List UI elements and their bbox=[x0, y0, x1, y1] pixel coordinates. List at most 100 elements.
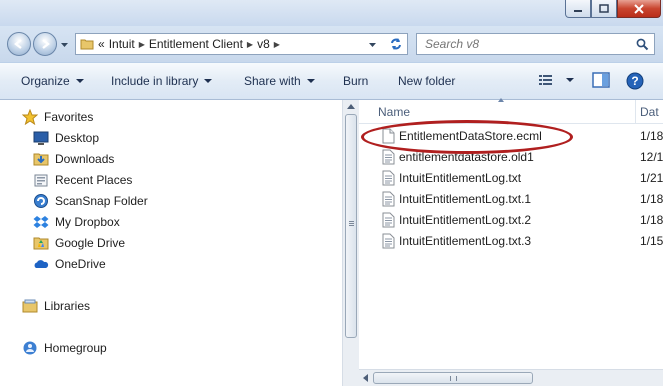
share-with-label: Share with bbox=[244, 74, 301, 88]
file-name: IntuitEntitlementLog.txt.3 bbox=[399, 234, 532, 248]
nav-item-downloads[interactable]: Downloads bbox=[33, 149, 114, 169]
chevron-down-icon bbox=[566, 78, 574, 82]
back-arrow-icon bbox=[14, 39, 22, 49]
include-in-library-label: Include in library bbox=[111, 74, 199, 88]
window-controls bbox=[565, 0, 661, 18]
column-divider[interactable] bbox=[635, 100, 636, 124]
date-column-header[interactable]: Dat bbox=[640, 105, 659, 119]
file-row[interactable]: IntuitEntitlementLog.txt.1 1/18 bbox=[359, 189, 663, 210]
nav-homegroup-label: Homegroup bbox=[44, 341, 107, 355]
forward-button[interactable] bbox=[33, 32, 57, 56]
organize-button[interactable]: Organize bbox=[21, 74, 84, 88]
nav-item-desktop[interactable]: Desktop bbox=[33, 128, 99, 148]
nav-item-label: My Dropbox bbox=[55, 215, 120, 229]
chevron-down-icon bbox=[306, 79, 315, 83]
text-file-icon bbox=[382, 191, 395, 207]
onedrive-cloud-icon bbox=[34, 260, 49, 268]
file-date: 1/18 bbox=[640, 192, 663, 206]
file-date: 1/21 bbox=[640, 171, 663, 185]
scroll-left-icon[interactable] bbox=[363, 374, 368, 382]
nav-favorites-label: Favorites bbox=[44, 110, 94, 124]
star-icon bbox=[22, 109, 38, 125]
close-button[interactable] bbox=[617, 0, 661, 18]
maximize-button[interactable] bbox=[591, 0, 617, 18]
file-name: IntuitEntitlementLog.txt.1 bbox=[399, 192, 532, 206]
file-date: 1/18 bbox=[640, 129, 663, 143]
maximize-icon bbox=[599, 4, 609, 13]
google-drive-folder-icon bbox=[33, 237, 49, 250]
nav-item-label: Downloads bbox=[55, 152, 115, 166]
chevron-down-icon bbox=[368, 42, 376, 47]
dropbox-icon bbox=[33, 216, 49, 228]
preview-pane-icon bbox=[592, 72, 610, 88]
back-button[interactable] bbox=[7, 32, 31, 56]
nav-item-recent-places[interactable]: Recent Places bbox=[33, 170, 132, 190]
text-file-icon bbox=[382, 233, 395, 249]
breadcrumb-v8[interactable]: v8 bbox=[257, 37, 270, 51]
command-bar: Organize Include in library Share with B… bbox=[0, 62, 663, 100]
chevron-down-icon bbox=[204, 79, 213, 83]
name-column-header[interactable]: Name bbox=[378, 105, 410, 119]
help-button[interactable]: ? bbox=[626, 72, 644, 90]
search-icon[interactable] bbox=[636, 38, 649, 51]
file-list-horizontal-scrollbar[interactable] bbox=[359, 369, 663, 386]
title-bar bbox=[0, 0, 663, 26]
file-date: 1/18 bbox=[640, 213, 663, 227]
text-file-icon bbox=[382, 149, 395, 165]
address-dropdown-button[interactable] bbox=[363, 34, 381, 54]
chevron-right-icon[interactable]: ▶ bbox=[274, 40, 280, 49]
text-file-icon bbox=[382, 170, 395, 186]
refresh-icon bbox=[390, 38, 401, 50]
help-icon: ? bbox=[626, 72, 644, 90]
svg-text:?: ? bbox=[631, 74, 638, 88]
file-date: 12/1 bbox=[640, 150, 663, 164]
sort-ascending-icon bbox=[498, 98, 504, 102]
preview-pane-button[interactable] bbox=[592, 72, 610, 88]
scrollbar-thumb[interactable] bbox=[345, 114, 357, 338]
burn-button[interactable]: Burn bbox=[343, 74, 368, 88]
nav-item-onedrive[interactable]: OneDrive bbox=[33, 254, 106, 274]
address-bar[interactable]: « Intuit ▶ Entitlement Client ▶ v8 ▶ bbox=[75, 33, 408, 55]
address-row: « Intuit ▶ Entitlement Client ▶ v8 ▶ bbox=[0, 26, 663, 62]
include-in-library-button[interactable]: Include in library bbox=[111, 74, 213, 88]
scroll-up-icon[interactable] bbox=[347, 104, 355, 109]
downloads-folder-icon bbox=[33, 153, 49, 166]
file-name: IntuitEntitlementLog.txt bbox=[399, 171, 522, 185]
nav-item-scansnap-folder[interactable]: ScanSnap Folder bbox=[33, 191, 148, 211]
minimize-button[interactable] bbox=[565, 0, 591, 18]
chevron-right-icon[interactable]: ▶ bbox=[247, 40, 253, 49]
nav-item-label: Desktop bbox=[55, 131, 100, 145]
recent-pages-dropdown-icon[interactable] bbox=[60, 40, 69, 49]
share-with-button[interactable]: Share with bbox=[244, 74, 315, 88]
recent-places-icon bbox=[34, 174, 48, 187]
address-overflow[interactable]: « bbox=[98, 37, 105, 51]
forward-arrow-icon bbox=[42, 39, 50, 49]
navigation-pane-scrollbar[interactable] bbox=[342, 100, 359, 386]
file-row[interactable]: IntuitEntitlementLog.txt.3 1/15 bbox=[359, 231, 663, 252]
nav-item-my-dropbox[interactable]: My Dropbox bbox=[33, 212, 120, 232]
breadcrumb-intuit[interactable]: Intuit bbox=[109, 37, 135, 51]
grip-icon bbox=[450, 376, 457, 381]
view-details-icon bbox=[539, 75, 552, 85]
navigation-pane: Favorites Desktop Downloads Recent Place… bbox=[0, 100, 342, 386]
nav-homegroup[interactable]: Homegroup bbox=[22, 338, 107, 358]
nav-favorites[interactable]: Favorites bbox=[22, 107, 93, 127]
scansnap-icon bbox=[34, 194, 48, 208]
search-box[interactable] bbox=[416, 33, 655, 55]
breadcrumb-entitlement-client[interactable]: Entitlement Client bbox=[149, 37, 243, 51]
change-view-button[interactable] bbox=[538, 73, 574, 87]
chevron-right-icon[interactable]: ▶ bbox=[139, 40, 145, 49]
nav-item-label: ScanSnap Folder bbox=[55, 194, 148, 208]
nav-item-google-drive[interactable]: Google Drive bbox=[33, 233, 125, 253]
search-input[interactable] bbox=[425, 37, 625, 51]
nav-item-label: Recent Places bbox=[55, 173, 133, 187]
file-row[interactable]: IntuitEntitlementLog.txt.2 1/18 bbox=[359, 210, 663, 231]
folder-icon bbox=[80, 39, 94, 50]
scrollbar-thumb[interactable] bbox=[373, 372, 533, 384]
grip-icon bbox=[349, 221, 354, 222]
nav-libraries-label: Libraries bbox=[44, 299, 91, 313]
file-row[interactable]: IntuitEntitlementLog.txt 1/21 bbox=[359, 168, 663, 189]
refresh-button[interactable] bbox=[384, 33, 408, 55]
nav-libraries[interactable]: Libraries bbox=[22, 296, 90, 316]
new-folder-button[interactable]: New folder bbox=[398, 74, 455, 88]
